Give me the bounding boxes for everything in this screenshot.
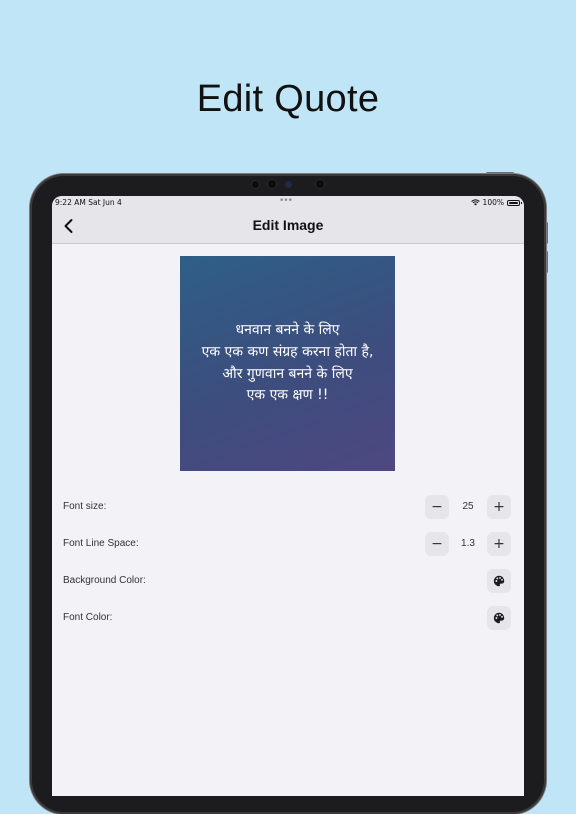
font-color-row: Font Color:	[52, 606, 524, 632]
line-space-decrement-button[interactable]: −	[425, 532, 449, 556]
font-size-decrement-button[interactable]: −	[425, 495, 449, 519]
wifi-icon	[470, 199, 480, 206]
multitasking-dots[interactable]: •••	[279, 196, 293, 206]
line-space-row: Font Line Space: − 1.3 +	[52, 532, 524, 558]
font-size-increment-button[interactable]: +	[487, 495, 511, 519]
status-bar: 9:22 AM Sat Jun 4 ••• 100%	[52, 196, 524, 210]
font-size-label: Font size:	[63, 501, 107, 512]
front-camera	[268, 180, 276, 188]
battery-icon	[507, 199, 522, 206]
status-right-group: 100%	[470, 198, 522, 207]
line-space-label: Font Line Space:	[63, 538, 139, 549]
app-screen: 9:22 AM Sat Jun 4 ••• 100% Edit Image धन…	[52, 196, 524, 796]
sensor-dot	[252, 181, 259, 188]
background-color-row: Background Color:	[52, 569, 524, 595]
line-space-increment-button[interactable]: +	[487, 532, 511, 556]
palette-icon	[493, 575, 505, 587]
background-color-label: Background Color:	[63, 575, 146, 586]
sensor-dot	[316, 180, 324, 188]
font-size-row: Font size: − 25 +	[52, 495, 524, 521]
camera-indicator	[286, 182, 291, 187]
battery-percent: 100%	[482, 198, 504, 207]
line-space-value: 1.3	[461, 538, 475, 549]
background-color-button[interactable]	[487, 569, 511, 593]
font-color-label: Font Color:	[63, 612, 113, 623]
palette-icon	[493, 612, 505, 624]
promo-title: Edit Quote	[196, 78, 380, 120]
font-color-button[interactable]	[487, 606, 511, 630]
quote-preview-image: धनवान बनने के लिए एक एक कण संग्रह करना ह…	[180, 256, 395, 471]
navigation-bar: Edit Image	[52, 210, 524, 244]
page-title: Edit Image	[252, 217, 324, 233]
status-time: 9:22 AM Sat Jun 4	[55, 198, 122, 207]
font-size-value: 25	[462, 501, 474, 512]
